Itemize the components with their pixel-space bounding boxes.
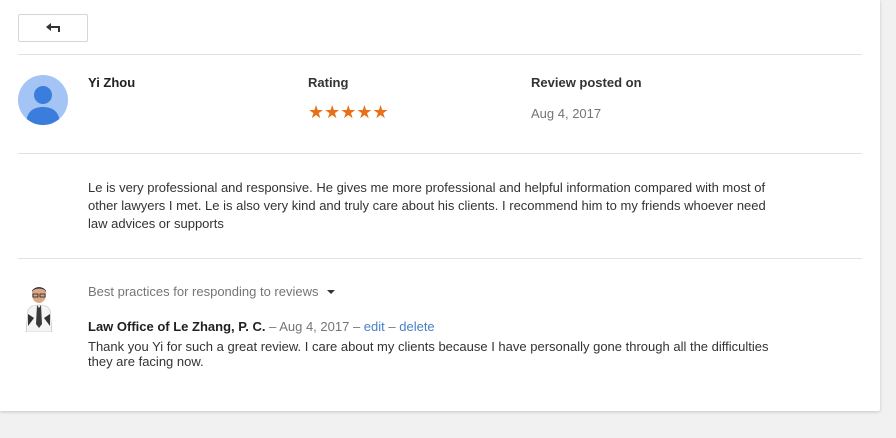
divider <box>18 54 862 55</box>
separator: – <box>265 319 280 334</box>
owner-name[interactable]: Law Office of Le Zhang, P. C. <box>88 319 265 334</box>
reply-text: Thank you Yi for such a great review. I … <box>88 339 769 369</box>
rating-label: Rating <box>308 75 349 90</box>
edit-reply-link[interactable]: edit <box>364 319 385 334</box>
back-button[interactable] <box>18 14 88 42</box>
review-date: Aug 4, 2017 <box>531 106 602 121</box>
owner-photo <box>24 284 54 333</box>
arrow-back-icon <box>46 23 60 32</box>
review-posted-label: Review posted on <box>531 75 642 90</box>
separator: – <box>349 319 364 334</box>
reviewer-name[interactable]: Yi Zhou <box>88 75 135 90</box>
reply-date: Aug 4, 2017 <box>279 319 350 334</box>
separator: – <box>384 319 400 334</box>
best-practices-dropdown[interactable]: Best practices for responding to reviews <box>88 284 335 299</box>
reviewer-avatar[interactable] <box>18 75 68 125</box>
owner-portrait-icon <box>24 284 54 333</box>
person-avatar-icon <box>18 75 68 125</box>
rating-stars: ★★★★★ <box>308 102 389 123</box>
divider <box>18 153 862 154</box>
delete-reply-link[interactable]: delete <box>399 319 434 334</box>
caret-down-icon <box>326 289 335 294</box>
divider <box>18 258 862 259</box>
best-practices-label: Best practices for responding to reviews <box>88 284 319 299</box>
review-text: Le is very professional and responsive. … <box>88 180 766 231</box>
reply-meta: Law Office of Le Zhang, P. C. – Aug 4, 2… <box>88 319 435 334</box>
review-card: Yi Zhou Rating ★★★★★ Review posted on Au… <box>0 0 880 411</box>
